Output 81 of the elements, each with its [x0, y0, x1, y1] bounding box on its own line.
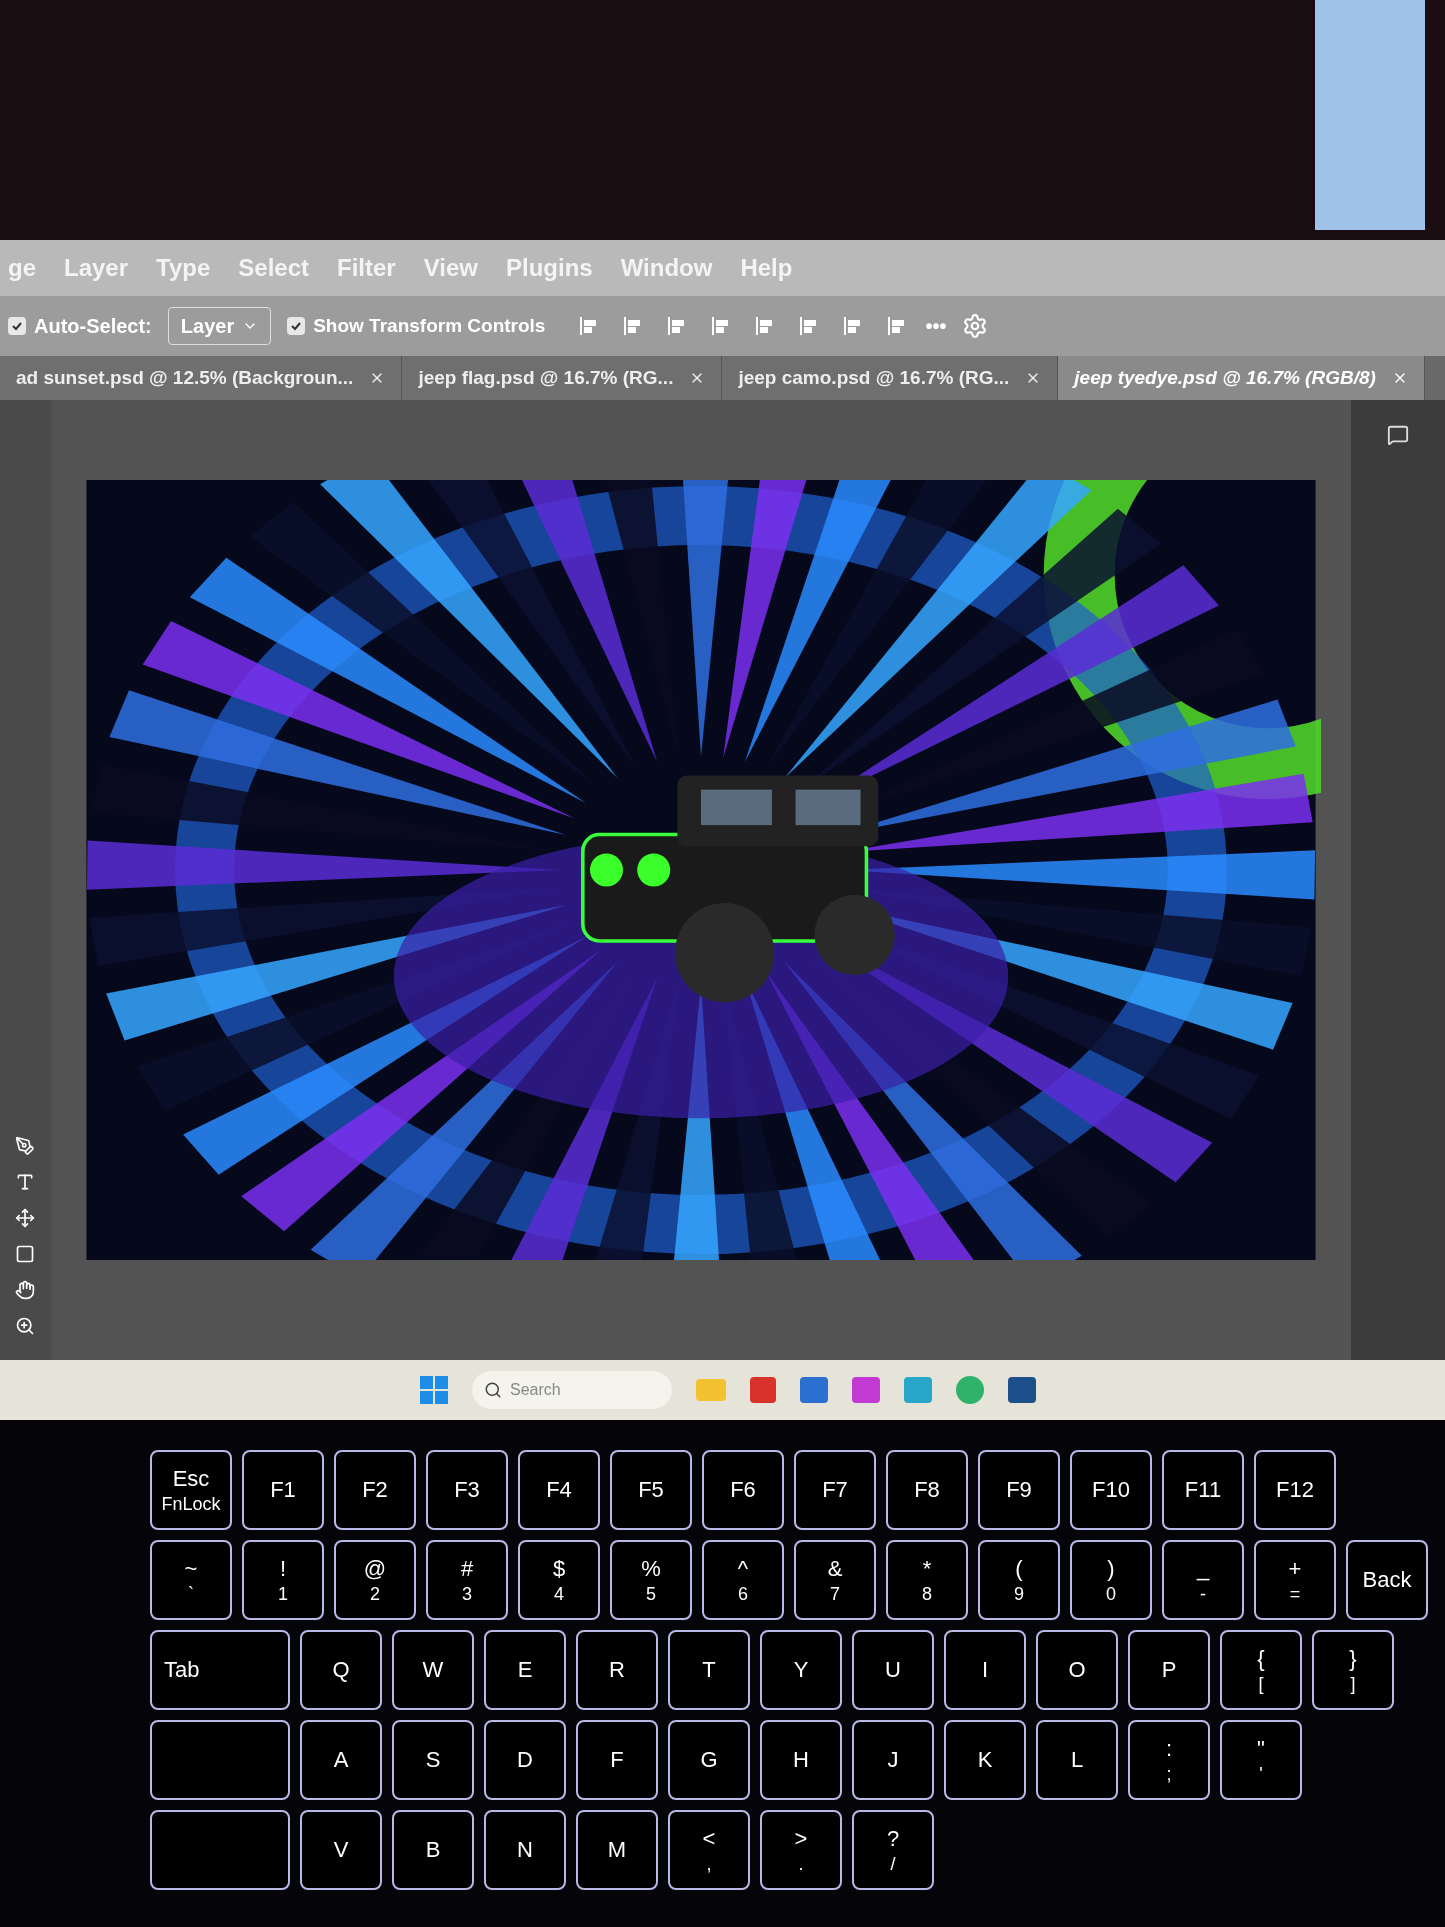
keyboard-key[interactable]: F3	[426, 1450, 508, 1530]
keyboard-key[interactable]: } ]	[1312, 1630, 1394, 1710]
keyboard-key[interactable]: B	[392, 1810, 474, 1890]
keyboard-key[interactable]: H	[760, 1720, 842, 1800]
pen-tool-icon[interactable]	[15, 1136, 36, 1156]
keyboard-key[interactable]: W	[392, 1630, 474, 1710]
rectangle-tool-icon[interactable]	[15, 1244, 36, 1264]
keyboard-key[interactable]: V	[300, 1810, 382, 1890]
keyboard-key[interactable]: F4	[518, 1450, 600, 1530]
keyboard-key[interactable]: + =	[1254, 1540, 1336, 1620]
zoom-tool-icon[interactable]	[15, 1316, 36, 1336]
keyboard-key[interactable]: N	[484, 1810, 566, 1890]
keyboard-key[interactable]: F7	[794, 1450, 876, 1530]
keyboard-key[interactable]: A	[300, 1720, 382, 1800]
keyboard-key[interactable]: U	[852, 1630, 934, 1710]
keyboard-key[interactable]: R	[576, 1630, 658, 1710]
keyboard-key[interactable]: S	[392, 1720, 474, 1800]
keyboard-key[interactable]: L	[1036, 1720, 1118, 1800]
keyboard-key[interactable]: Q	[300, 1630, 382, 1710]
keyboard-key[interactable]: P	[1128, 1630, 1210, 1710]
keyboard-key[interactable]: ) 0	[1070, 1540, 1152, 1620]
keyboard-key[interactable]: { [	[1220, 1630, 1302, 1710]
checkbox[interactable]	[8, 317, 26, 335]
keyboard-key[interactable]: G	[668, 1720, 750, 1800]
transform-controls-label: Show Transform Controls	[313, 313, 546, 338]
keyboard-key[interactable]: D	[484, 1720, 566, 1800]
keyboard-key[interactable]: ? /	[852, 1810, 934, 1890]
keyboard-key[interactable]: ! 1	[242, 1540, 324, 1620]
keyboard-key[interactable]: " '	[1220, 1720, 1302, 1800]
keyboard-key[interactable]	[150, 1720, 290, 1800]
keyboard-key[interactable]: F12	[1254, 1450, 1336, 1530]
keyboard-key[interactable]: ( 9	[978, 1540, 1060, 1620]
keyboard-key[interactable]: F11	[1162, 1450, 1244, 1530]
keyboard-key[interactable]: @ 2	[334, 1540, 416, 1620]
keyboard-key[interactable]: J	[852, 1720, 934, 1800]
hand-tool-icon[interactable]	[15, 1280, 36, 1300]
keyboard-key[interactable]: Tab	[150, 1630, 290, 1710]
search-icon	[484, 1381, 502, 1399]
keyboard-key[interactable]: < ,	[668, 1810, 750, 1890]
keyboard-key[interactable]: F10	[1070, 1450, 1152, 1530]
search-field[interactable]: Search	[472, 1371, 672, 1409]
keyboard-key[interactable]: F2	[334, 1450, 416, 1530]
auto-select-label: Auto-Select:	[34, 314, 152, 339]
keyboard-key[interactable]: F8	[886, 1450, 968, 1530]
app-icon[interactable]	[1008, 1377, 1036, 1403]
keyboard-key[interactable]: > .	[760, 1810, 842, 1890]
keyboard-key[interactable]: T	[668, 1630, 750, 1710]
keyboard-key[interactable]	[150, 1810, 290, 1890]
document-tab[interactable]: jeep flag.psd @ 16.7% (RG...	[402, 356, 723, 400]
keyboard-key[interactable]: & 7	[794, 1540, 876, 1620]
keyboard-key[interactable]: O	[1036, 1630, 1118, 1710]
keyboard-key[interactable]: F1	[242, 1450, 324, 1530]
keyboard-key[interactable]: M	[576, 1810, 658, 1890]
keyboard-key[interactable]: F9	[978, 1450, 1060, 1530]
windows-start-icon[interactable]	[420, 1376, 448, 1404]
keyboard-key[interactable]: _ -	[1162, 1540, 1244, 1620]
keyboard-key[interactable]: * 8	[886, 1540, 968, 1620]
keyboard-key[interactable]: F5	[610, 1450, 692, 1530]
keyboard-key[interactable]: # 3	[426, 1540, 508, 1620]
keyboard-key[interactable]: E	[484, 1630, 566, 1710]
keyboard-key[interactable]: F6	[702, 1450, 784, 1530]
keyboard-key[interactable]: : ;	[1128, 1720, 1210, 1800]
document-tab[interactable]: jeep camo.psd @ 16.7% (RG...	[722, 356, 1059, 400]
keyboard-key[interactable]: Back	[1346, 1540, 1428, 1620]
settings-icon[interactable]	[962, 313, 989, 339]
keyboard-key[interactable]: $ 4	[518, 1540, 600, 1620]
check-icon	[290, 320, 303, 332]
keyboard-key[interactable]: ^ 6	[702, 1540, 784, 1620]
comment-icon[interactable]	[1386, 424, 1409, 446]
type-tool-icon[interactable]	[15, 1172, 36, 1192]
keyboard-key[interactable]: Y	[760, 1630, 842, 1710]
keyboard-key[interactable]: ~ `	[150, 1540, 232, 1620]
keyboard-key[interactable]: K	[944, 1720, 1026, 1800]
keyboard-key[interactable]: Esc FnLock	[150, 1450, 232, 1530]
keyboard-key[interactable]: % 5	[610, 1540, 692, 1620]
keyboard-key[interactable]: I	[944, 1630, 1026, 1710]
document-tab[interactable]: ad sunset.psd @ 12.5% (Backgroun...	[0, 356, 403, 400]
keyboard-key[interactable]: F	[576, 1720, 658, 1800]
check-icon	[11, 320, 23, 332]
checkbox[interactable]	[287, 317, 306, 335]
move-tool-icon[interactable]	[15, 1208, 36, 1228]
